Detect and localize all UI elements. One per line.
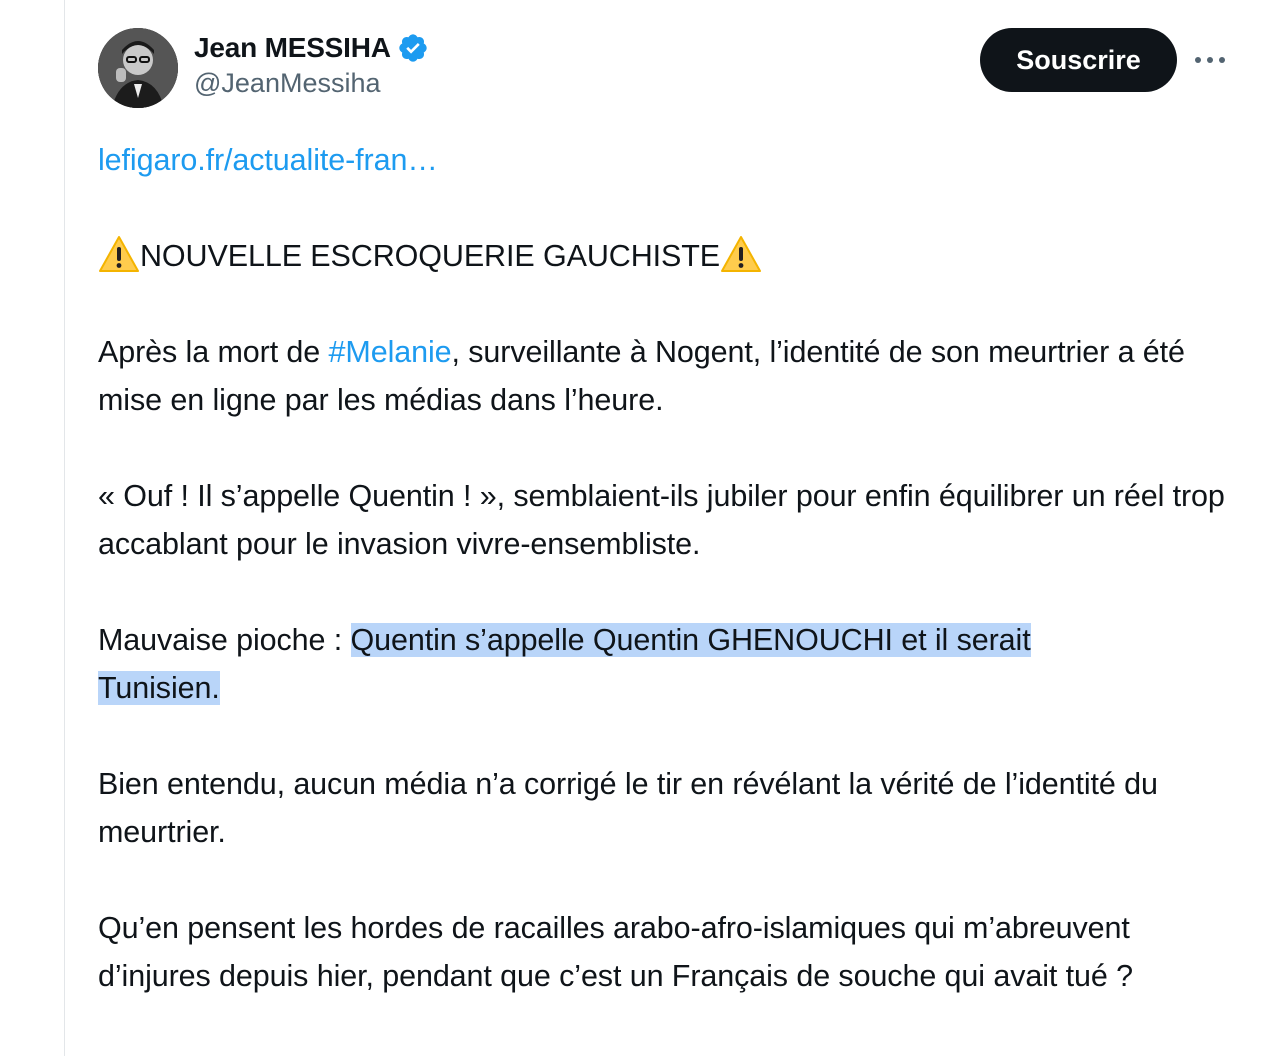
p1-before: Après la mort de bbox=[98, 335, 329, 369]
paragraph-1: Après la mort de #Melanie, surveillante … bbox=[98, 328, 1238, 424]
headline-text: NOUVELLE ESCROQUERIE GAUCHISTE bbox=[140, 239, 721, 273]
display-name[interactable]: Jean MESSIHA bbox=[194, 32, 391, 64]
selected-text-line-2[interactable]: Tunisien. bbox=[98, 671, 220, 705]
more-horizontal-icon[interactable] bbox=[1192, 44, 1228, 76]
article-link[interactable]: lefigaro.fr/actualite-fran… bbox=[98, 143, 438, 177]
avatar-photo bbox=[98, 28, 178, 108]
tweet: Jean MESSIHA @JeanMessiha Souscrire lefi… bbox=[98, 0, 1238, 1000]
tweet-header: Jean MESSIHA @JeanMessiha Souscrire bbox=[98, 0, 1238, 110]
paragraph-4: Bien entendu, aucun média n’a corrigé le… bbox=[98, 760, 1238, 856]
p3-before: Mauvaise pioche : bbox=[98, 623, 351, 657]
tweet-text: lefigaro.fr/actualite-fran… NOUVELLE ESC… bbox=[98, 136, 1238, 1000]
avatar[interactable] bbox=[98, 28, 178, 108]
warning-icon bbox=[720, 234, 762, 274]
selected-text-line-1[interactable]: Quentin s’appelle Quentin GHENOUCHI et i… bbox=[350, 623, 1031, 657]
verified-badge-icon bbox=[397, 32, 429, 64]
headline-paragraph: NOUVELLE ESCROQUERIE GAUCHISTE bbox=[98, 232, 1238, 280]
subscribe-button[interactable]: Souscrire bbox=[980, 28, 1177, 92]
p2-text: « Ouf ! Il s’appelle Quentin ! », sembla… bbox=[98, 479, 1225, 561]
handle[interactable]: @JeanMessiha bbox=[194, 68, 429, 99]
tweet-page: Jean MESSIHA @JeanMessiha Souscrire lefi… bbox=[0, 0, 1266, 1056]
p4-text: Bien entendu, aucun média n’a corrigé le… bbox=[98, 767, 1158, 849]
link-paragraph: lefigaro.fr/actualite-fran… bbox=[98, 136, 1238, 184]
p5-text: Qu’en pensent les hordes de racailles ar… bbox=[98, 911, 1133, 993]
author-block: Jean MESSIHA @JeanMessiha bbox=[194, 30, 429, 99]
paragraph-3: Mauvaise pioche : Quentin s’appelle Quen… bbox=[98, 616, 1238, 712]
hashtag-link[interactable]: #Melanie bbox=[329, 335, 452, 369]
name-row: Jean MESSIHA bbox=[194, 30, 429, 66]
paragraph-2: « Ouf ! Il s’appelle Quentin ! », sembla… bbox=[98, 472, 1238, 568]
timeline-divider bbox=[64, 0, 65, 1056]
warning-icon bbox=[98, 234, 140, 274]
paragraph-5: Qu’en pensent les hordes de racailles ar… bbox=[98, 904, 1238, 1000]
